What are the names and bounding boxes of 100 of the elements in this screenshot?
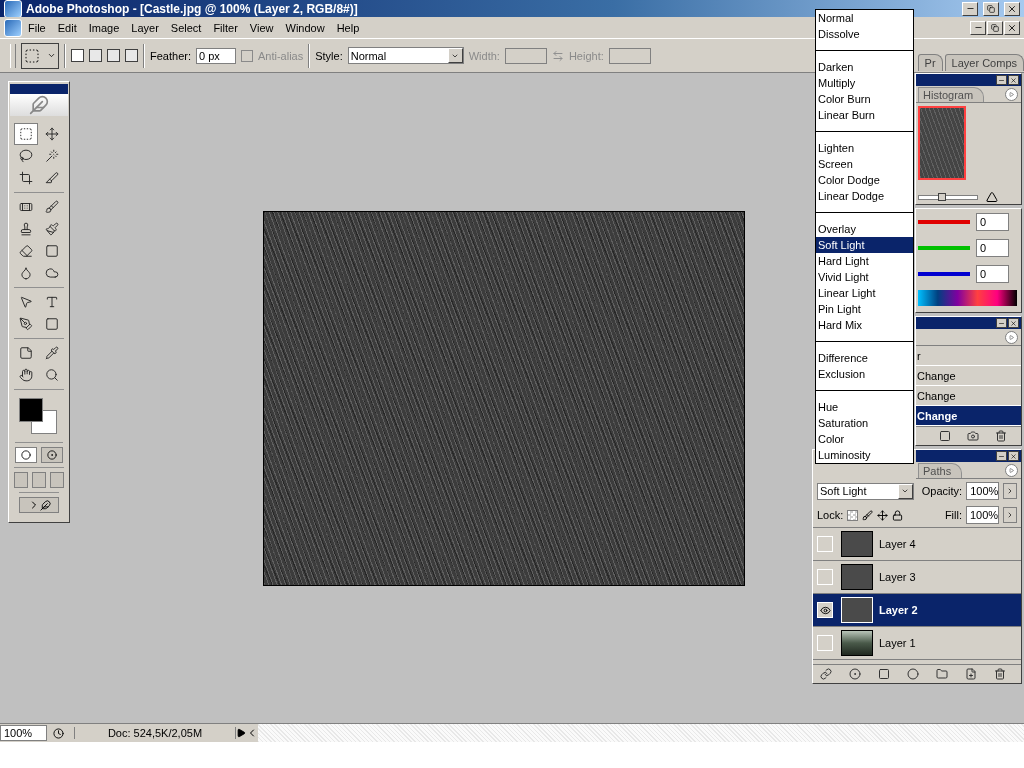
anti-alias-checkbox[interactable] [240, 49, 253, 62]
droplet-icon [19, 266, 33, 280]
layer-row[interactable]: Layer 2 [813, 594, 1021, 627]
lasso-icon [19, 149, 33, 163]
toolbox-title-bar [10, 84, 68, 94]
style-select[interactable]: Normal [347, 47, 464, 64]
fill-arrow-button[interactable] [1003, 507, 1017, 523]
menu-item[interactable]: Filter [207, 21, 244, 34]
lock-icon[interactable] [892, 509, 904, 521]
visibility-toggle[interactable] [817, 536, 833, 552]
color-value-field[interactable]: 0 [976, 265, 1009, 283]
style-label: Style: [315, 49, 343, 62]
close-button[interactable] [1008, 75, 1019, 85]
opacity-field[interactable]: 100% [966, 482, 1000, 500]
move-icon[interactable] [877, 509, 889, 521]
arrow-pointer-icon [19, 295, 33, 309]
visibility-toggle[interactable] [817, 635, 833, 651]
restore-button[interactable] [987, 20, 1003, 35]
caret-icon [47, 51, 56, 60]
menu-item[interactable]: Window [279, 21, 331, 34]
horizontal-scrollbar[interactable] [258, 724, 1024, 742]
standard-mode-button[interactable] [15, 447, 37, 463]
color-value-field[interactable]: 0 [976, 213, 1009, 231]
fill-field[interactable]: 100% [966, 506, 999, 524]
panel-tab[interactable]: Histogram [918, 87, 985, 102]
layer-name: Layer 1 [879, 637, 916, 649]
marquee-icon [24, 47, 40, 64]
layer-row[interactable]: Layer 4 [813, 528, 1021, 561]
menu-item[interactable]: File [22, 21, 52, 34]
subtract-selection-icon[interactable] [107, 49, 120, 62]
new-page-icon[interactable] [965, 668, 978, 680]
circle-icon[interactable] [907, 668, 919, 680]
clock-icon[interactable] [53, 727, 64, 739]
square-icon [45, 244, 59, 258]
visibility-toggle[interactable] [817, 569, 833, 585]
menu-item[interactable]: Edit [51, 21, 83, 34]
eraser-icon [19, 244, 33, 258]
panel-menu-button[interactable] [1005, 87, 1018, 101]
checkerboard-icon[interactable] [847, 509, 859, 521]
trash-icon[interactable] [995, 430, 1007, 442]
square-icon[interactable] [877, 668, 890, 680]
knife-icon [45, 171, 59, 185]
zoom-slider[interactable] [918, 192, 978, 202]
circle-dot-icon[interactable] [848, 668, 861, 680]
menu-item[interactable]: View [243, 21, 280, 34]
tool-preset-button[interactable] [21, 42, 59, 69]
minimize-button[interactable] [996, 451, 1007, 461]
search-icon [45, 368, 59, 382]
color-value-field[interactable]: 0 [976, 239, 1009, 257]
menu-item[interactable]: Layer [125, 21, 165, 34]
new-selection-icon[interactable] [71, 49, 84, 62]
zoom-field[interactable]: 100% [0, 725, 47, 741]
feather-field[interactable]: 0 px [195, 47, 236, 64]
document-size: Doc: 524,5K/2,05M [74, 727, 236, 739]
layer-name: Layer 4 [879, 538, 916, 550]
menu-item[interactable]: Image [82, 21, 126, 34]
restore-button[interactable] [983, 1, 999, 16]
color-slider[interactable] [918, 272, 970, 276]
color-spectrum[interactable] [918, 290, 1017, 306]
blend-mode-option[interactable]: Soft Light [816, 237, 913, 253]
intersect-selection-icon[interactable] [125, 49, 138, 62]
trash-icon[interactable] [994, 668, 1007, 680]
layer-name: Layer 3 [879, 571, 916, 583]
restore-icon [987, 4, 995, 13]
photo-placeholder [841, 630, 873, 656]
camera-icon[interactable] [967, 430, 979, 442]
menu-item[interactable]: Help [330, 21, 366, 34]
panel-menu-button[interactable] [1005, 330, 1018, 344]
layer-row[interactable]: Layer 1 [813, 627, 1021, 660]
visibility-toggle[interactable] [817, 602, 833, 618]
jump-button[interactable] [19, 497, 59, 513]
history-item[interactable]: Change [916, 406, 1021, 426]
minimize-button[interactable] [996, 318, 1007, 328]
chevron-icon [1006, 511, 1014, 519]
panel-tab[interactable]: Paths [918, 463, 963, 478]
play-icon[interactable] [236, 728, 246, 738]
tool-button[interactable] [14, 123, 38, 145]
layer-row[interactable]: Layer 3 [813, 561, 1021, 594]
close-button[interactable] [1008, 451, 1019, 461]
close-button[interactable] [1008, 318, 1019, 328]
color-slider[interactable] [918, 220, 970, 224]
blend-mode-select[interactable]: Soft Light [817, 482, 914, 500]
hand-icon [19, 368, 33, 382]
minimize-button[interactable] [996, 75, 1007, 85]
color-slider[interactable] [918, 246, 970, 250]
play-icon [1009, 467, 1014, 473]
brush-icon [45, 200, 59, 214]
palette-tab[interactable]: Pr [917, 53, 943, 71]
folder-icon[interactable] [936, 668, 949, 680]
feather-icon [39, 499, 51, 511]
panel-menu-button[interactable] [1005, 463, 1018, 477]
brush-icon[interactable] [862, 509, 874, 521]
close-icon [1007, 3, 1017, 14]
menu-item[interactable]: Select [164, 21, 208, 34]
opacity-arrow-button[interactable] [1003, 483, 1017, 499]
link-icon[interactable] [819, 668, 832, 680]
rectangle-icon [45, 317, 59, 331]
palette-tab[interactable]: Layer Comps [944, 53, 1024, 71]
quick-mask-button[interactable] [41, 447, 63, 463]
add-selection-icon[interactable] [89, 49, 102, 62]
